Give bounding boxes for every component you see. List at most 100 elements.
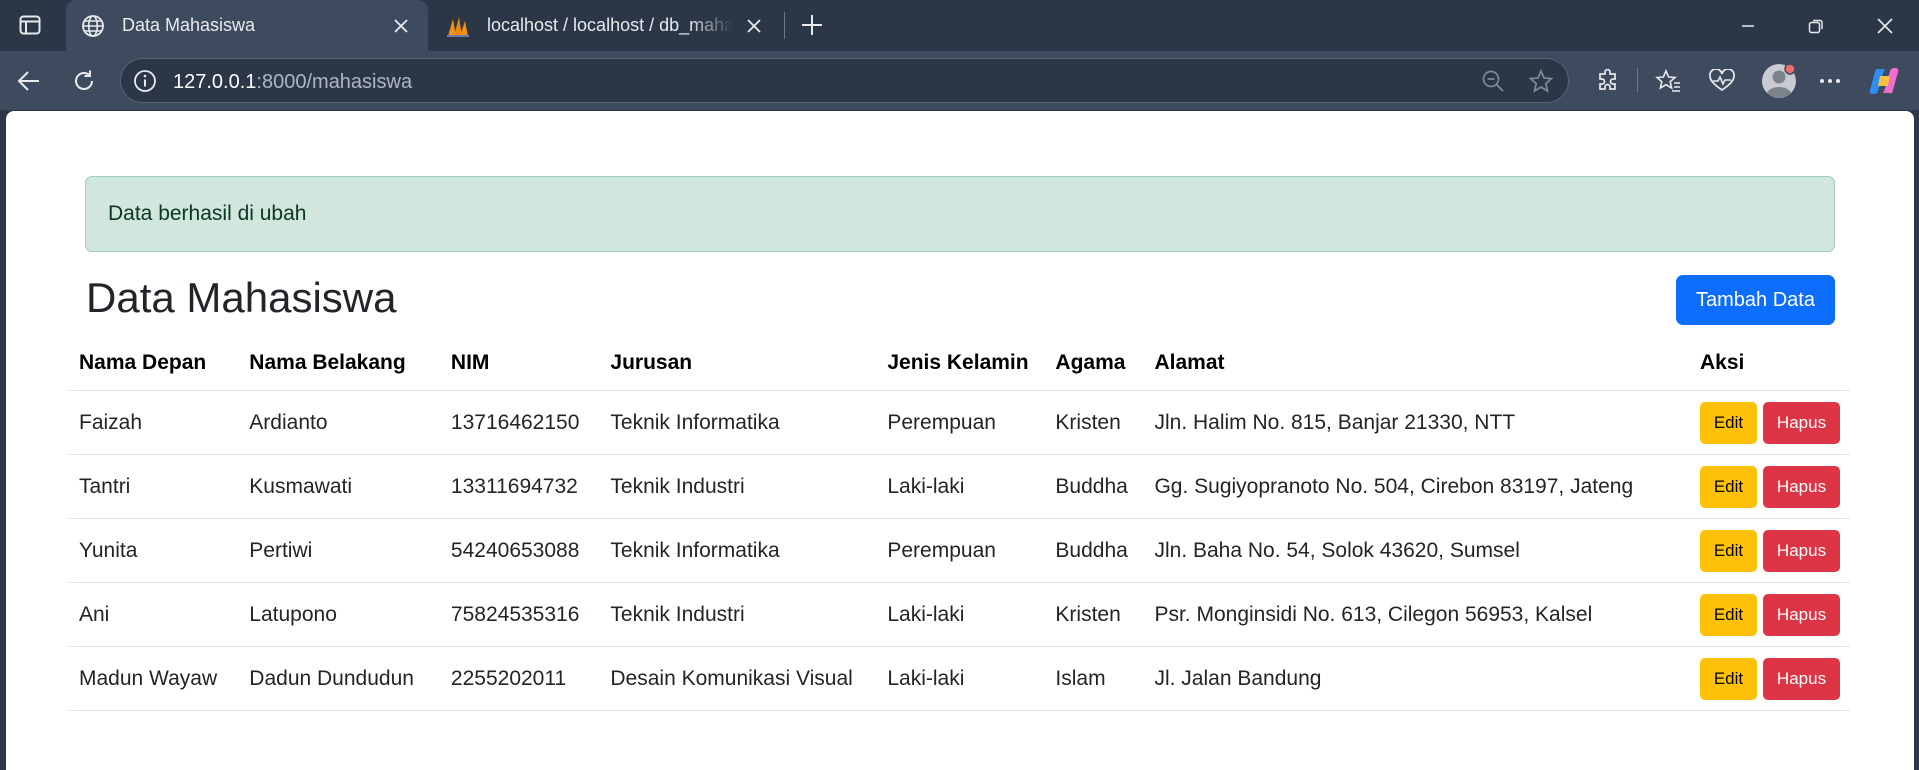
add-favorite-star-icon[interactable] — [1527, 67, 1555, 95]
tab-actions-icon — [19, 15, 41, 35]
cell-aksi: Edit Hapus — [1690, 646, 1850, 711]
minimize-icon — [1742, 24, 1754, 27]
tab-actions-menu-button[interactable] — [12, 10, 48, 40]
cell-jenis-kelamin: Perempuan — [877, 390, 1046, 455]
table-row: Yunita Pertiwi 54240653088 Teknik Inform… — [69, 518, 1850, 583]
edit-button[interactable]: Edit — [1700, 657, 1757, 700]
cell-jurusan: Teknik Industri — [600, 582, 878, 647]
extensions-button[interactable] — [1590, 63, 1626, 99]
add-data-button[interactable]: Tambah Data — [1676, 275, 1835, 325]
url-text: 127.0.0.1:8000/mahasiswa — [173, 71, 412, 94]
edit-button[interactable]: Edit — [1700, 401, 1757, 444]
favorites-button[interactable] — [1650, 63, 1686, 99]
browser-essentials-button[interactable] — [1704, 63, 1740, 99]
profile-button[interactable] — [1759, 61, 1799, 101]
column-header-nama-belakang: Nama Belakang — [239, 335, 441, 391]
cell-nim: 13311694732 — [440, 454, 601, 519]
zoom-out-icon[interactable] — [1479, 67, 1507, 95]
close-tab-icon[interactable] — [741, 13, 767, 39]
column-header-nim: NIM — [440, 335, 601, 391]
cell-nama-depan: Tantri — [69, 454, 240, 519]
address-bar[interactable]: 127.0.0.1:8000/mahasiswa — [120, 58, 1569, 103]
delete-button[interactable]: Hapus — [1763, 593, 1840, 636]
cell-jenis-kelamin: Laki-laki — [877, 582, 1046, 647]
favorites-star-icon — [1655, 69, 1680, 92]
delete-button[interactable]: Hapus — [1763, 529, 1840, 572]
copilot-button[interactable] — [1866, 63, 1902, 99]
column-header-aksi: Aksi — [1690, 335, 1850, 391]
back-button[interactable] — [11, 63, 47, 99]
url-host: 127.0.0.1 — [173, 71, 257, 93]
tab-title: Data Mahasiswa — [122, 15, 256, 35]
delete-button[interactable]: Hapus — [1763, 465, 1840, 508]
avatar — [1762, 63, 1796, 98]
tab-title: localhost / localhost / db_mahasiswa — [487, 15, 733, 35]
table-header-row: Nama Depan Nama Belakang NIM Jurusan Jen… — [69, 335, 1850, 391]
more-options-icon — [1820, 79, 1840, 83]
edit-button[interactable]: Edit — [1700, 529, 1757, 572]
alert-message: Data berhasil di ubah — [108, 202, 307, 225]
column-header-jenis-kelamin: Jenis Kelamin — [877, 335, 1046, 391]
cell-jurusan: Teknik Industri — [600, 454, 878, 519]
table-row: Madun Wayaw Dadun Dundudun 2255202011 De… — [69, 646, 1850, 711]
cell-nama-belakang: Kusmawati — [239, 454, 441, 519]
tab-data-mahasiswa[interactable]: Data Mahasiswa — [66, 0, 428, 51]
tab-phpmyadmin[interactable]: localhost / localhost / db_mahasiswa — [431, 0, 781, 51]
cell-nama-depan: Yunita — [69, 518, 240, 583]
restore-button[interactable] — [1788, 0, 1844, 51]
cell-aksi: Edit Hapus — [1690, 454, 1850, 519]
cell-jurusan: Teknik Informatika — [600, 390, 878, 455]
site-info-icon[interactable] — [131, 67, 159, 95]
cell-aksi: Edit Hapus — [1690, 390, 1850, 455]
edit-button[interactable]: Edit — [1700, 593, 1757, 636]
delete-button[interactable]: Hapus — [1763, 657, 1840, 700]
edit-button[interactable]: Edit — [1700, 465, 1757, 508]
cell-alamat: Jl. Jalan Bandung — [1144, 646, 1690, 711]
cell-nama-depan: Madun Wayaw — [69, 646, 240, 711]
cell-nama-belakang: Dadun Dundudun — [239, 646, 441, 711]
tab-divider — [784, 12, 785, 39]
cell-jurusan: Desain Komunikasi Visual — [600, 646, 878, 711]
cell-agama: Kristen — [1045, 390, 1145, 455]
students-table: Nama Depan Nama Belakang NIM Jurusan Jen… — [69, 335, 1850, 711]
new-tab-button[interactable] — [795, 8, 829, 42]
cell-jurusan: Teknik Informatika — [600, 518, 878, 583]
table-row: Ani Latupono 75824535316 Teknik Industri… — [69, 582, 1850, 647]
cell-nim: 2255202011 — [440, 646, 601, 711]
cell-alamat: Jln. Halim No. 815, Banjar 21330, NTT — [1144, 390, 1690, 455]
tab-strip: Data Mahasiswa localhost / localhost / d… — [0, 0, 1919, 51]
cell-jenis-kelamin: Laki-laki — [877, 454, 1046, 519]
cell-nama-depan: Faizah — [69, 390, 240, 455]
delete-button[interactable]: Hapus — [1763, 401, 1840, 444]
cell-alamat: Jln. Baha No. 54, Solok 43620, Sumsel — [1144, 518, 1690, 583]
settings-menu-button[interactable] — [1812, 63, 1848, 99]
heart-pulse-icon — [1709, 69, 1735, 92]
cell-alamat: Psr. Monginsidi No. 613, Cilegon 56953, … — [1144, 582, 1690, 647]
cell-agama: Islam — [1045, 646, 1145, 711]
close-tab-icon[interactable] — [388, 13, 414, 39]
page-title: Data Mahasiswa — [86, 274, 397, 321]
cell-nim: 13716462150 — [440, 390, 601, 455]
table-row: Tantri Kusmawati 13311694732 Teknik Indu… — [69, 454, 1850, 519]
cell-jenis-kelamin: Laki-laki — [877, 646, 1046, 711]
cell-agama: Buddha — [1045, 518, 1145, 583]
minimize-button[interactable] — [1720, 0, 1776, 51]
close-window-button[interactable] — [1857, 0, 1913, 51]
reload-button[interactable] — [66, 63, 102, 99]
cell-aksi: Edit Hapus — [1690, 518, 1850, 583]
cell-aksi: Edit Hapus — [1690, 582, 1850, 647]
cell-agama: Buddha — [1045, 454, 1145, 519]
copilot-icon — [1869, 68, 1899, 94]
url-path: :8000/mahasiswa — [256, 71, 413, 93]
column-header-alamat: Alamat — [1144, 335, 1690, 391]
globe-icon — [80, 13, 106, 39]
cell-nama-belakang: Pertiwi — [239, 518, 441, 583]
reload-icon — [75, 70, 93, 90]
plus-icon — [802, 15, 822, 35]
cell-nama-depan: Ani — [69, 582, 240, 647]
back-arrow-icon — [17, 71, 39, 91]
phpmyadmin-icon — [445, 13, 471, 39]
cell-nama-belakang: Ardianto — [239, 390, 441, 455]
cell-agama: Kristen — [1045, 582, 1145, 647]
page-viewport: Data berhasil di ubah Data Mahasiswa Tam… — [6, 111, 1914, 770]
